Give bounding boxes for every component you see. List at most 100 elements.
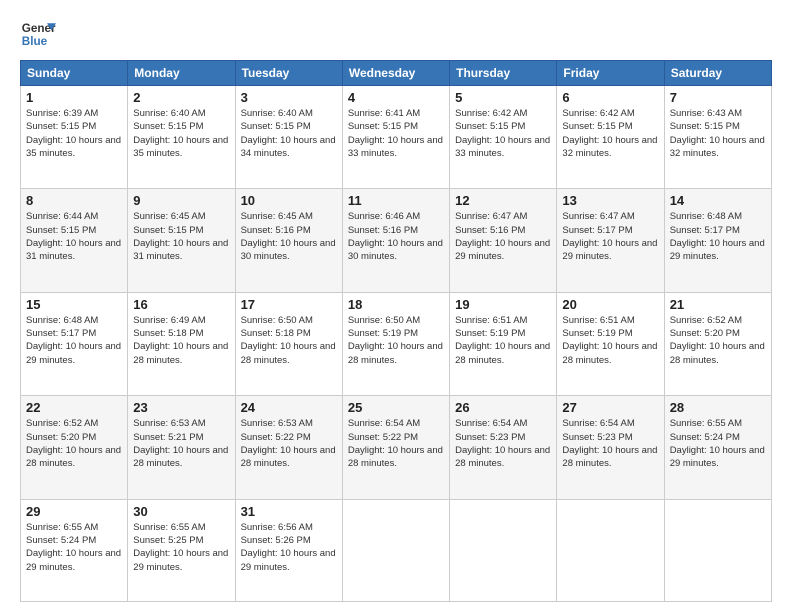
calendar-cell: 4 Sunrise: 6:41 AM Sunset: 5:15 PM Dayli… (342, 86, 449, 189)
day-number: 13 (562, 193, 658, 208)
day-number: 14 (670, 193, 766, 208)
day-number: 9 (133, 193, 229, 208)
calendar-cell: 27 Sunrise: 6:54 AM Sunset: 5:23 PM Dayl… (557, 396, 664, 499)
day-number: 20 (562, 297, 658, 312)
day-info: Sunrise: 6:47 AM Sunset: 5:17 PM Dayligh… (562, 210, 658, 263)
calendar-cell: 29 Sunrise: 6:55 AM Sunset: 5:24 PM Dayl… (21, 499, 128, 601)
day-info: Sunrise: 6:41 AM Sunset: 5:15 PM Dayligh… (348, 107, 444, 160)
logo-icon: General Blue (20, 16, 56, 52)
day-info: Sunrise: 6:54 AM Sunset: 5:23 PM Dayligh… (455, 417, 551, 470)
day-number: 2 (133, 90, 229, 105)
calendar-cell: 18 Sunrise: 6:50 AM Sunset: 5:19 PM Dayl… (342, 292, 449, 395)
day-number: 24 (241, 400, 337, 415)
day-info: Sunrise: 6:44 AM Sunset: 5:15 PM Dayligh… (26, 210, 122, 263)
day-info: Sunrise: 6:50 AM Sunset: 5:18 PM Dayligh… (241, 314, 337, 367)
calendar-cell: 2 Sunrise: 6:40 AM Sunset: 5:15 PM Dayli… (128, 86, 235, 189)
day-info: Sunrise: 6:45 AM Sunset: 5:15 PM Dayligh… (133, 210, 229, 263)
calendar-cell: 7 Sunrise: 6:43 AM Sunset: 5:15 PM Dayli… (664, 86, 771, 189)
calendar-week-row: 22 Sunrise: 6:52 AM Sunset: 5:20 PM Dayl… (21, 396, 772, 499)
calendar-page: General Blue SundayMondayTuesdayWednesda… (0, 0, 792, 612)
day-info: Sunrise: 6:39 AM Sunset: 5:15 PM Dayligh… (26, 107, 122, 160)
day-number: 18 (348, 297, 444, 312)
calendar-cell: 15 Sunrise: 6:48 AM Sunset: 5:17 PM Dayl… (21, 292, 128, 395)
calendar-cell: 23 Sunrise: 6:53 AM Sunset: 5:21 PM Dayl… (128, 396, 235, 499)
calendar-cell: 12 Sunrise: 6:47 AM Sunset: 5:16 PM Dayl… (450, 189, 557, 292)
calendar-cell: 24 Sunrise: 6:53 AM Sunset: 5:22 PM Dayl… (235, 396, 342, 499)
logo: General Blue (20, 16, 56, 52)
day-number: 26 (455, 400, 551, 415)
calendar-cell: 22 Sunrise: 6:52 AM Sunset: 5:20 PM Dayl… (21, 396, 128, 499)
weekday-header: Thursday (450, 61, 557, 86)
calendar-cell (664, 499, 771, 601)
day-info: Sunrise: 6:48 AM Sunset: 5:17 PM Dayligh… (26, 314, 122, 367)
calendar-header-row: SundayMondayTuesdayWednesdayThursdayFrid… (21, 61, 772, 86)
day-info: Sunrise: 6:50 AM Sunset: 5:19 PM Dayligh… (348, 314, 444, 367)
day-number: 30 (133, 504, 229, 519)
calendar-cell: 28 Sunrise: 6:55 AM Sunset: 5:24 PM Dayl… (664, 396, 771, 499)
day-number: 7 (670, 90, 766, 105)
header: General Blue (20, 16, 772, 52)
calendar-cell: 21 Sunrise: 6:52 AM Sunset: 5:20 PM Dayl… (664, 292, 771, 395)
day-info: Sunrise: 6:45 AM Sunset: 5:16 PM Dayligh… (241, 210, 337, 263)
day-info: Sunrise: 6:42 AM Sunset: 5:15 PM Dayligh… (562, 107, 658, 160)
day-info: Sunrise: 6:46 AM Sunset: 5:16 PM Dayligh… (348, 210, 444, 263)
calendar-cell: 31 Sunrise: 6:56 AM Sunset: 5:26 PM Dayl… (235, 499, 342, 601)
day-info: Sunrise: 6:48 AM Sunset: 5:17 PM Dayligh… (670, 210, 766, 263)
day-number: 10 (241, 193, 337, 208)
calendar-cell: 13 Sunrise: 6:47 AM Sunset: 5:17 PM Dayl… (557, 189, 664, 292)
day-number: 15 (26, 297, 122, 312)
day-info: Sunrise: 6:54 AM Sunset: 5:23 PM Dayligh… (562, 417, 658, 470)
weekday-header: Wednesday (342, 61, 449, 86)
calendar-cell: 3 Sunrise: 6:40 AM Sunset: 5:15 PM Dayli… (235, 86, 342, 189)
day-number: 29 (26, 504, 122, 519)
day-info: Sunrise: 6:40 AM Sunset: 5:15 PM Dayligh… (241, 107, 337, 160)
calendar-cell (557, 499, 664, 601)
svg-text:Blue: Blue (22, 35, 48, 48)
day-number: 25 (348, 400, 444, 415)
calendar-cell: 10 Sunrise: 6:45 AM Sunset: 5:16 PM Dayl… (235, 189, 342, 292)
day-number: 16 (133, 297, 229, 312)
calendar-cell: 17 Sunrise: 6:50 AM Sunset: 5:18 PM Dayl… (235, 292, 342, 395)
day-info: Sunrise: 6:53 AM Sunset: 5:22 PM Dayligh… (241, 417, 337, 470)
calendar-week-row: 8 Sunrise: 6:44 AM Sunset: 5:15 PM Dayli… (21, 189, 772, 292)
day-number: 31 (241, 504, 337, 519)
calendar-cell (342, 499, 449, 601)
day-info: Sunrise: 6:51 AM Sunset: 5:19 PM Dayligh… (455, 314, 551, 367)
day-info: Sunrise: 6:49 AM Sunset: 5:18 PM Dayligh… (133, 314, 229, 367)
day-number: 28 (670, 400, 766, 415)
day-info: Sunrise: 6:51 AM Sunset: 5:19 PM Dayligh… (562, 314, 658, 367)
weekday-header: Friday (557, 61, 664, 86)
calendar-cell: 1 Sunrise: 6:39 AM Sunset: 5:15 PM Dayli… (21, 86, 128, 189)
day-number: 23 (133, 400, 229, 415)
day-info: Sunrise: 6:52 AM Sunset: 5:20 PM Dayligh… (670, 314, 766, 367)
day-info: Sunrise: 6:53 AM Sunset: 5:21 PM Dayligh… (133, 417, 229, 470)
calendar-table: SundayMondayTuesdayWednesdayThursdayFrid… (20, 60, 772, 602)
day-number: 11 (348, 193, 444, 208)
day-info: Sunrise: 6:55 AM Sunset: 5:25 PM Dayligh… (133, 521, 229, 574)
day-number: 6 (562, 90, 658, 105)
day-number: 27 (562, 400, 658, 415)
calendar-cell: 16 Sunrise: 6:49 AM Sunset: 5:18 PM Dayl… (128, 292, 235, 395)
day-info: Sunrise: 6:43 AM Sunset: 5:15 PM Dayligh… (670, 107, 766, 160)
day-info: Sunrise: 6:47 AM Sunset: 5:16 PM Dayligh… (455, 210, 551, 263)
calendar-cell: 9 Sunrise: 6:45 AM Sunset: 5:15 PM Dayli… (128, 189, 235, 292)
day-info: Sunrise: 6:55 AM Sunset: 5:24 PM Dayligh… (670, 417, 766, 470)
day-number: 17 (241, 297, 337, 312)
day-number: 5 (455, 90, 551, 105)
calendar-cell: 30 Sunrise: 6:55 AM Sunset: 5:25 PM Dayl… (128, 499, 235, 601)
weekday-header: Sunday (21, 61, 128, 86)
day-number: 22 (26, 400, 122, 415)
calendar-week-row: 29 Sunrise: 6:55 AM Sunset: 5:24 PM Dayl… (21, 499, 772, 601)
calendar-cell: 6 Sunrise: 6:42 AM Sunset: 5:15 PM Dayli… (557, 86, 664, 189)
calendar-cell: 11 Sunrise: 6:46 AM Sunset: 5:16 PM Dayl… (342, 189, 449, 292)
day-number: 8 (26, 193, 122, 208)
calendar-cell: 26 Sunrise: 6:54 AM Sunset: 5:23 PM Dayl… (450, 396, 557, 499)
calendar-cell (450, 499, 557, 601)
day-number: 1 (26, 90, 122, 105)
calendar-cell: 5 Sunrise: 6:42 AM Sunset: 5:15 PM Dayli… (450, 86, 557, 189)
day-number: 12 (455, 193, 551, 208)
day-info: Sunrise: 6:52 AM Sunset: 5:20 PM Dayligh… (26, 417, 122, 470)
calendar-week-row: 1 Sunrise: 6:39 AM Sunset: 5:15 PM Dayli… (21, 86, 772, 189)
calendar-cell: 20 Sunrise: 6:51 AM Sunset: 5:19 PM Dayl… (557, 292, 664, 395)
weekday-header: Monday (128, 61, 235, 86)
